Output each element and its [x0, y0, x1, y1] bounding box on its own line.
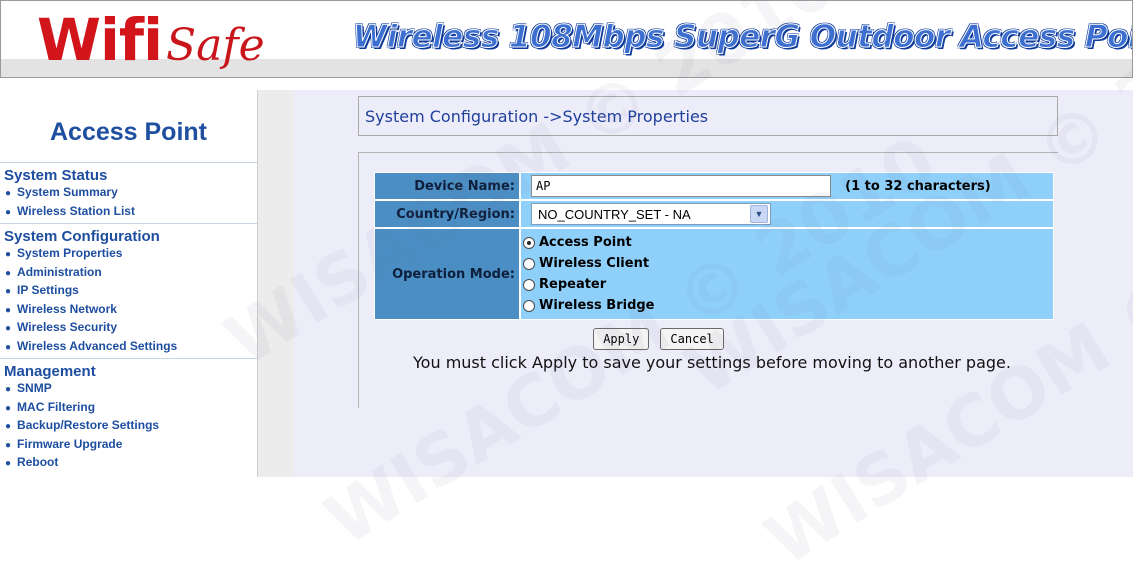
- bullet-icon: ●: [5, 206, 12, 218]
- radio-wireless-client[interactable]: Wireless Client: [521, 253, 1053, 274]
- bullet-icon: ●: [5, 286, 12, 297]
- radio-repeater[interactable]: Repeater: [521, 274, 1053, 295]
- sidebar-item-wireless-security[interactable]: ● Wireless Security: [0, 319, 257, 338]
- sidebar-item-wireless-network[interactable]: ● Wireless Network: [0, 301, 257, 320]
- nav-heading-system-configuration: System Configuration: [4, 228, 160, 245]
- bullet-icon: ●: [5, 439, 12, 451]
- sidebar-item-label: System Summary: [17, 185, 118, 199]
- country-cell: NO_COUNTRY_SET - NA ▼: [520, 200, 1054, 228]
- chevron-down-icon[interactable]: ▼: [750, 205, 768, 223]
- sidebar-item-label: IP Settings: [17, 283, 79, 297]
- sidebar-item-label: Administration: [17, 264, 102, 279]
- sidebar-item-label: System Properties: [17, 246, 123, 260]
- sidebar-item-label: Wireless Advanced Settings: [17, 338, 178, 353]
- sidebar: Access Point System Status ● System Summa…: [0, 90, 258, 477]
- radio-label: Wireless Client: [539, 256, 650, 271]
- sidebar-item-label: SNMP: [17, 381, 52, 395]
- product-title: Wireless 108Mbps SuperG Outdoor Access P…: [353, 19, 1133, 56]
- radio-wireless-bridge[interactable]: Wireless Bridge: [521, 295, 1053, 316]
- sidebar-item-ip-settings[interactable]: ● IP Settings: [0, 282, 257, 301]
- form-row-operation-mode: Operation Mode: Access Point Wireless Cl…: [374, 228, 1054, 320]
- content-border-left: [358, 152, 359, 408]
- bullet-icon: ●: [5, 421, 12, 432]
- nav-heading-management: Management: [4, 363, 96, 380]
- content-divider: [358, 152, 1058, 153]
- sidebar-title: Access Point: [49, 118, 207, 146]
- bullet-icon: ●: [5, 323, 12, 334]
- sidebar-item-label: Wireless Security: [17, 320, 117, 334]
- radio-label: Wireless Bridge: [539, 298, 655, 313]
- radio-unchecked-icon[interactable]: [523, 278, 535, 291]
- header-banner: Wifi Safe Wireless 108Mbps SuperG Outdoo…: [0, 0, 1133, 78]
- sidebar-item-wireless-station-list[interactable]: ● Wireless Station List: [0, 203, 257, 222]
- main-content: System Configuration ->System Properties…: [294, 90, 1133, 477]
- apply-button[interactable]: Apply: [593, 328, 650, 350]
- sidebar-item-mac-filtering[interactable]: ● MAC Filtering: [0, 399, 257, 418]
- device-name-input[interactable]: [531, 175, 831, 197]
- sidebar-gutter: [258, 90, 294, 477]
- sidebar-item-label: Wireless Network: [17, 301, 117, 316]
- nav-group-system-configuration: System Configuration ● System Properties …: [0, 223, 257, 358]
- sidebar-item-firmware-upgrade[interactable]: ● Firmware Upgrade: [0, 436, 257, 455]
- sidebar-item-label: MAC Filtering: [17, 399, 96, 414]
- radio-checked-icon[interactable]: [523, 236, 535, 249]
- device-name-label: Device Name:: [374, 172, 520, 200]
- country-selected-value: NO_COUNTRY_SET - NA: [538, 206, 691, 222]
- system-properties-form: Device Name: (1 to 32 characters) Countr…: [374, 172, 1054, 320]
- country-label: Country/Region:: [374, 200, 520, 228]
- sidebar-item-backup-restore[interactable]: ● Backup/Restore Settings: [0, 417, 257, 436]
- radio-label: Repeater: [539, 277, 607, 292]
- cancel-button[interactable]: Cancel: [660, 328, 724, 350]
- bullet-icon: ●: [5, 188, 12, 199]
- radio-unchecked-icon[interactable]: [523, 257, 535, 270]
- nav-heading-system-status: System Status: [4, 167, 108, 184]
- sidebar-item-label: Backup/Restore Settings: [17, 418, 160, 432]
- page-title: System Configuration ->System Properties: [358, 96, 1058, 136]
- sidebar-item-label: Reboot: [17, 455, 59, 469]
- bullet-icon: ●: [5, 249, 12, 260]
- wifisafe-logo: Wifi Safe: [37, 5, 265, 75]
- device-name-hint: (1 to 32 characters): [845, 178, 991, 194]
- sidebar-item-system-summary[interactable]: ● System Summary: [0, 184, 257, 203]
- sidebar-item-reboot[interactable]: ● Reboot: [0, 454, 257, 473]
- bullet-icon: ●: [5, 304, 12, 316]
- form-row-country: Country/Region: NO_COUNTRY_SET - NA ▼: [374, 200, 1054, 228]
- logo-wordmark-bold: Wifi: [37, 6, 163, 74]
- nav-group-system-status: System Status ● System Summary ● Wireless …: [0, 162, 257, 223]
- radio-label: Access Point: [539, 235, 632, 250]
- sidebar-item-wireless-advanced-settings[interactable]: ● Wireless Advanced Settings: [0, 338, 257, 357]
- sidebar-item-system-properties[interactable]: ● System Properties: [0, 245, 257, 264]
- sidebar-item-snmp[interactable]: ● SNMP: [0, 380, 257, 399]
- apply-notice: You must click Apply to save your settin…: [413, 353, 1011, 372]
- nav-group-management: Management ● SNMP ● MAC Filtering ● Backup/…: [0, 358, 257, 475]
- form-row-device-name: Device Name: (1 to 32 characters): [374, 172, 1054, 200]
- country-select[interactable]: NO_COUNTRY_SET - NA ▼: [531, 203, 771, 225]
- radio-unchecked-icon[interactable]: [523, 299, 535, 312]
- sidebar-item-administration[interactable]: ● Administration: [0, 264, 257, 283]
- bullet-icon: ●: [5, 267, 12, 279]
- bullet-icon: ●: [5, 402, 12, 414]
- form-buttons: Apply Cancel: [294, 328, 1023, 350]
- logo-wordmark-script: Safe: [165, 20, 265, 71]
- radio-access-point[interactable]: Access Point: [521, 232, 1053, 253]
- device-name-cell: (1 to 32 characters): [520, 172, 1054, 200]
- sidebar-item-label: Wireless Station List: [17, 203, 135, 218]
- sidebar-item-label: Firmware Upgrade: [17, 436, 123, 451]
- operation-mode-cell: Access Point Wireless Client Repeater Wi…: [520, 228, 1054, 320]
- bullet-icon: ●: [5, 341, 12, 353]
- operation-mode-label: Operation Mode:: [374, 228, 520, 320]
- bullet-icon: ●: [5, 384, 12, 395]
- bullet-icon: ●: [5, 458, 12, 469]
